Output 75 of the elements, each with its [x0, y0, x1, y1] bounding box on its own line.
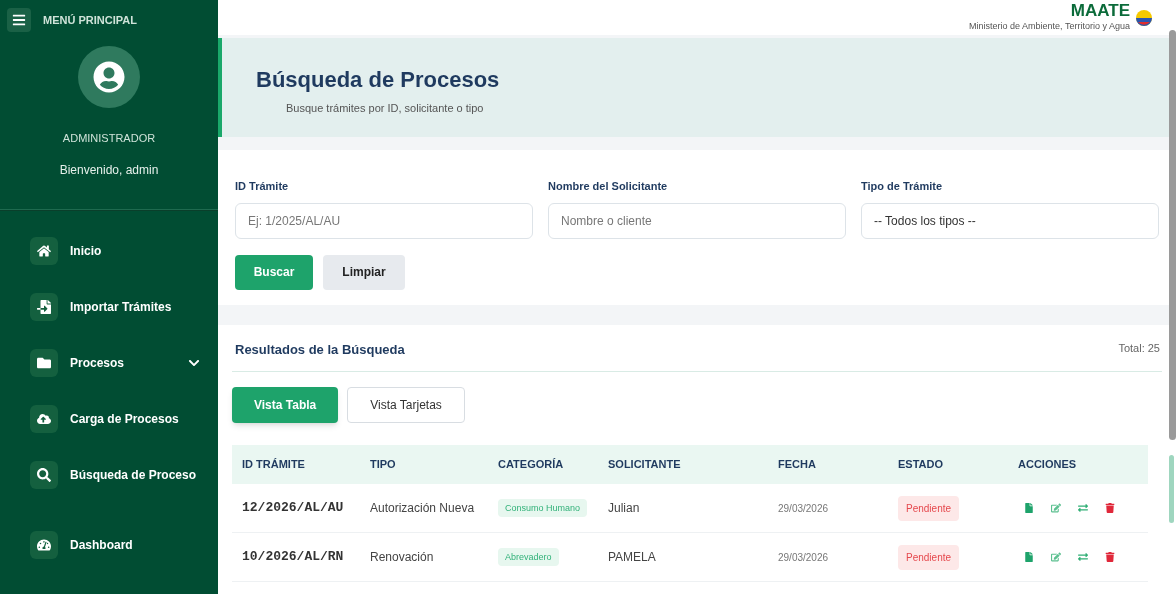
category-tag: Abrevadero: [498, 547, 559, 567]
view-tab[interactable]: Vista Tarjetas: [347, 387, 465, 423]
view-document-button[interactable]: [1024, 503, 1034, 513]
table-cell-text: 12/2026/AL/AU: [242, 499, 345, 518]
logo-text: MAATE: [1070, 2, 1130, 20]
table-cell-text: PAMELA: [608, 549, 657, 566]
document-icon: [1024, 503, 1034, 513]
sidebar-item[interactable]: Inicio: [0, 222, 218, 279]
column-header: ACCIONES: [1018, 457, 1078, 473]
welcome-text: Bienvenido, admin: [59, 161, 159, 179]
gauge-icon: [37, 537, 51, 552]
sidebar-label: Inicio: [70, 242, 103, 260]
clear-button[interactable]: Limpiar: [323, 254, 405, 290]
transfer-button[interactable]: [1078, 503, 1088, 513]
type-select[interactable]: -- Todos los tipos --: [861, 202, 1159, 239]
menu-icon: [12, 13, 26, 27]
status-tag: Pendiente: [898, 544, 960, 570]
results-total: Total: 25: [1118, 340, 1161, 356]
file-import-icon: [37, 299, 51, 314]
ministry-name: Ministerio de Ambiente, Territorio y Agua: [969, 21, 1130, 33]
sidebar-label: Búsqueda de Proceso: [70, 466, 198, 484]
transfer-button[interactable]: [1078, 552, 1088, 562]
user-icon: [93, 61, 125, 93]
page-title: Búsqueda de Procesos: [256, 66, 501, 94]
page-subtitle: Busque trámites por ID, solicitante o tipo: [286, 101, 485, 116]
edit-icon: [1051, 503, 1061, 513]
edit-button[interactable]: [1051, 552, 1061, 562]
sidebar-label: Importar Trámites: [70, 298, 173, 316]
edit-button[interactable]: [1051, 503, 1061, 513]
folder-icon: [37, 355, 51, 370]
table-cell-text: Renovación: [370, 549, 435, 566]
sidebar-item[interactable]: Dashboard: [0, 516, 218, 573]
menu-button[interactable]: [7, 8, 31, 32]
column-header: TIPO: [370, 457, 397, 473]
flag-emblem-icon: [1134, 7, 1154, 28]
sidebar-item[interactable]: Procesos: [0, 334, 218, 391]
column-header: FECHA: [778, 457, 817, 473]
results-title: Resultados de la Búsqueda: [234, 340, 405, 359]
input-field[interactable]: Ej: 1/2025/AL/AU: [235, 202, 533, 239]
edit-icon: [1051, 552, 1061, 562]
column-header: SOLICITANTE: [608, 457, 682, 473]
column-header: ID TRÁMITE: [242, 457, 306, 473]
user-role: ADMINISTRADOR: [62, 131, 156, 146]
table-scrollbar: [1169, 455, 1174, 523]
category-tag: Consumo Humano: [498, 498, 588, 518]
field-label: ID Trámite: [235, 179, 290, 194]
input-field[interactable]: Nombre o cliente: [548, 202, 846, 239]
trash-icon: [1105, 503, 1115, 513]
home-icon: [37, 243, 51, 258]
sidebar-item[interactable]: Búsqueda de Proceso: [0, 446, 218, 503]
cloud-upload-icon: [37, 411, 51, 426]
table-cell-text: 29/03/2026: [778, 550, 830, 565]
delete-button[interactable]: [1105, 552, 1115, 562]
sidebar-label: Procesos: [70, 354, 126, 372]
table-cell-text: 29/03/2026: [778, 501, 830, 516]
sidebar-item[interactable]: Carga de Procesos: [0, 390, 218, 447]
status-tag: Pendiente: [898, 495, 960, 521]
trash-icon: [1105, 552, 1115, 562]
table-cell-text: Julian: [608, 500, 641, 517]
sidebar-label: Dashboard: [70, 536, 134, 554]
table-cell-text: Autorización Nueva: [370, 500, 476, 517]
column-header: ESTADO: [898, 457, 945, 473]
search-icon: [37, 467, 51, 482]
exchange-arrows-icon: [1078, 552, 1088, 562]
view-document-button[interactable]: [1024, 552, 1034, 562]
field-label: Nombre del Solicitante: [548, 179, 669, 194]
sidebar-item[interactable]: Importar Trámites: [0, 278, 218, 335]
delete-button[interactable]: [1105, 503, 1115, 513]
menu-title: MENÚ PRINCIPAL: [43, 12, 137, 28]
sidebar-label: Carga de Procesos: [70, 410, 180, 428]
column-header: CATEGORÍA: [498, 457, 565, 473]
exchange-arrows-icon: [1078, 503, 1088, 513]
field-label: Tipo de Trámite: [861, 179, 944, 194]
table-cell-text: 10/2026/AL/RN: [242, 548, 345, 567]
document-icon: [1024, 552, 1034, 562]
